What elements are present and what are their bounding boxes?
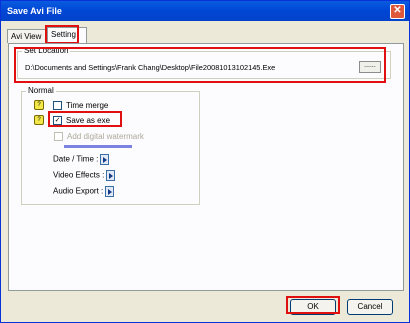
help-icon[interactable]: ? (34, 115, 44, 125)
digital-watermark-checkbox (54, 132, 63, 142)
audio-export-arrow-icon[interactable] (105, 186, 115, 197)
title-bar[interactable]: Save Avi File ✕ (1, 1, 409, 21)
browse-button[interactable]: ...... (359, 61, 381, 73)
audio-export-label: Audio Export : (53, 186, 104, 196)
help-icon[interactable]: ? (34, 100, 44, 110)
time-merge-label: Time merge (66, 101, 109, 110)
close-icon[interactable]: ✕ (390, 4, 405, 19)
date-time-row: Date / Time : (53, 154, 110, 165)
time-merge-checkbox[interactable] (53, 101, 62, 111)
save-as-exe-highlight (48, 111, 122, 127)
window-title: Save Avi File (7, 6, 62, 16)
video-effects-row: Video Effects : (53, 170, 116, 181)
time-merge-option[interactable]: Time merge (53, 101, 109, 111)
save-path-field[interactable]: D:\Documents and Settings\Frank Chang\De… (25, 63, 275, 72)
save-avi-dialog: Save Avi File ✕ Avi View Setting Set Loc… (0, 0, 410, 323)
digital-watermark-option: Add digital watermark (54, 132, 144, 142)
setting-tab-highlight (45, 25, 79, 44)
video-effects-label: Video Effects : (53, 170, 105, 180)
normal-legend: Normal (26, 86, 56, 95)
cancel-button[interactable]: Cancel (347, 299, 393, 315)
date-time-label: Date / Time : (53, 154, 99, 164)
date-time-arrow-icon[interactable] (100, 154, 110, 165)
watermark-bar (64, 145, 132, 148)
audio-export-row: Audio Export : (53, 186, 115, 197)
digital-watermark-label: Add digital watermark (67, 132, 144, 141)
ok-button-highlight (286, 296, 340, 314)
video-effects-arrow-icon[interactable] (106, 170, 116, 181)
